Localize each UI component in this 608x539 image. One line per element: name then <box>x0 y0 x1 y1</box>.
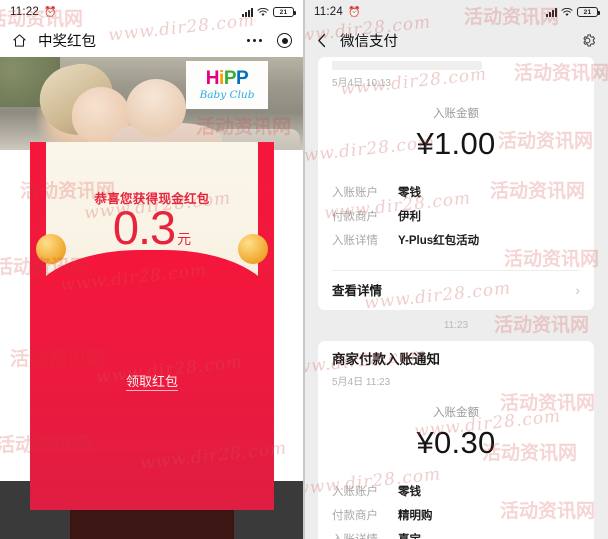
more-dots-icon[interactable] <box>246 38 262 43</box>
nav-right-group <box>246 33 292 48</box>
wifi-icon <box>257 7 269 17</box>
amount-label: 入账金额 <box>433 406 479 419</box>
card-date: 5月4日 11:23 <box>332 376 391 388</box>
card-title-truncated <box>332 61 482 70</box>
gold-coin-left-icon <box>36 234 66 264</box>
detail-rows: 入账账户 零钱 付款商户 伊利 入账详情 Y-Plus红包活动 <box>318 184 594 266</box>
card-title: 商家付款入账通知 <box>332 352 440 367</box>
gold-coin-right-icon <box>238 234 268 264</box>
detail-key: 入账账户 <box>332 187 378 199</box>
card-header: 商家付款入账通知 5月4日 11:23 <box>318 341 594 388</box>
detail-key: 入账详情 <box>332 531 390 539</box>
detail-row: 入账详情 喜宝 <box>332 531 580 539</box>
right-phone-screen: 11:24 ⏰ 21 微信支付 5月4日 10:13 入账金额 ¥1.00 入账… <box>304 0 608 539</box>
signal-icon <box>242 7 253 17</box>
detail-key: 付款商户 <box>332 211 378 223</box>
hipp-letter-p1: P <box>223 68 237 89</box>
signal-icon <box>546 7 557 17</box>
nav-left-group: 中奖红包 <box>12 30 96 51</box>
detail-row: 入账账户 零钱 <box>332 483 580 499</box>
status-bar-right: 11:24 ⏰ 21 <box>304 0 608 24</box>
claim-red-packet-button[interactable]: 领取红包 <box>30 371 274 391</box>
screen-separator <box>303 0 305 539</box>
payment-card[interactable]: 5月4日 10:13 入账金额 ¥1.00 入账账户 零钱 付款商户 伊利 入账… <box>318 57 594 310</box>
status-bar-left: 11:22 ⏰ 21 <box>0 0 304 24</box>
nav-left-group: 微信支付 <box>316 30 398 51</box>
payment-notification-list[interactable]: 5月4日 10:13 入账金额 ¥1.00 入账账户 零钱 付款商户 伊利 入账… <box>304 57 608 539</box>
chevron-right-icon: › <box>575 281 580 298</box>
banner-baby-head <box>126 79 186 137</box>
battery-icon: 21 <box>273 7 296 17</box>
detail-value: 喜宝 <box>398 531 421 539</box>
detail-key: 入账账户 <box>332 485 378 498</box>
detail-row: 入账详情 Y-Plus红包活动 <box>332 232 580 248</box>
amount-label: 入账金额 <box>433 108 479 120</box>
alarm-icon: ⏰ <box>347 6 361 18</box>
alarm-icon: ⏰ <box>43 6 57 18</box>
battery-icon: 21 <box>577 7 600 17</box>
red-packet-envelope: 恭喜您获得现金红包 0.3 元 领取红包 <box>30 142 274 510</box>
prize-amount-number: 0.3 <box>112 201 176 254</box>
prize-amount: 0.3 元 <box>46 204 258 251</box>
hipp-letter-h: H <box>205 68 220 89</box>
gear-icon[interactable] <box>579 32 596 49</box>
detail-key: 付款商户 <box>332 509 378 522</box>
card-date: 5月4日 10:13 <box>332 78 391 89</box>
hipp-subtitle: Baby Club <box>199 89 255 101</box>
claim-red-packet-label: 领取红包 <box>125 374 178 391</box>
detail-row: 付款商户 伊利 <box>332 208 580 224</box>
amount-value: ¥1.00 <box>416 126 496 161</box>
status-time: 11:22 <box>10 6 39 18</box>
status-icons: 21 <box>546 7 600 17</box>
hipp-wordmark: HiPP <box>205 68 249 89</box>
detail-key: 入账详情 <box>332 235 378 247</box>
status-time: 11:24 <box>314 6 343 18</box>
hipp-letter-p2: P <box>236 68 249 89</box>
nav-right-group <box>579 32 596 49</box>
card-header: 5月4日 10:13 <box>318 74 594 89</box>
payment-card[interactable]: 商家付款入账通知 5月4日 11:23 入账金额 ¥0.30 入账账户 零钱 付… <box>318 341 594 539</box>
nav-bar-right: 微信支付 <box>304 24 608 57</box>
detail-value: 零钱 <box>398 485 421 498</box>
hipp-baby-club-logo: HiPP Baby Club <box>186 61 268 109</box>
detail-value: 精明购 <box>398 509 433 522</box>
nav-bar-left: 中奖红包 <box>0 24 304 57</box>
page-title: 微信支付 <box>340 34 398 50</box>
left-phone-screen: 11:22 ⏰ 21 中奖红包 HiPP Baby Club 恭喜您获得现金红包… <box>0 0 304 539</box>
detail-value: 伊利 <box>398 211 421 223</box>
back-chevron-icon[interactable] <box>316 33 329 48</box>
wifi-icon <box>561 7 573 17</box>
time-divider: 11:23 <box>443 320 469 331</box>
home-icon[interactable] <box>12 33 27 48</box>
detail-row: 入账账户 零钱 <box>332 184 580 200</box>
status-icons: 21 <box>242 7 296 17</box>
view-details-label: 查看详情 <box>332 284 383 298</box>
detail-rows: 入账账户 零钱 付款商户 精明购 入账详情 喜宝 <box>318 483 594 539</box>
page-title: 中奖红包 <box>38 34 96 50</box>
view-details-button[interactable]: 查看详情 › <box>318 271 594 308</box>
detail-value: 零钱 <box>398 187 421 199</box>
promo-banner-image: HiPP Baby Club <box>0 57 304 150</box>
target-icon[interactable] <box>277 33 292 48</box>
detail-value: Y-Plus红包活动 <box>398 235 480 247</box>
amount-value: ¥0.30 <box>416 424 496 460</box>
prize-amount-unit: 元 <box>177 231 192 247</box>
detail-row: 付款商户 精明购 <box>332 507 580 523</box>
